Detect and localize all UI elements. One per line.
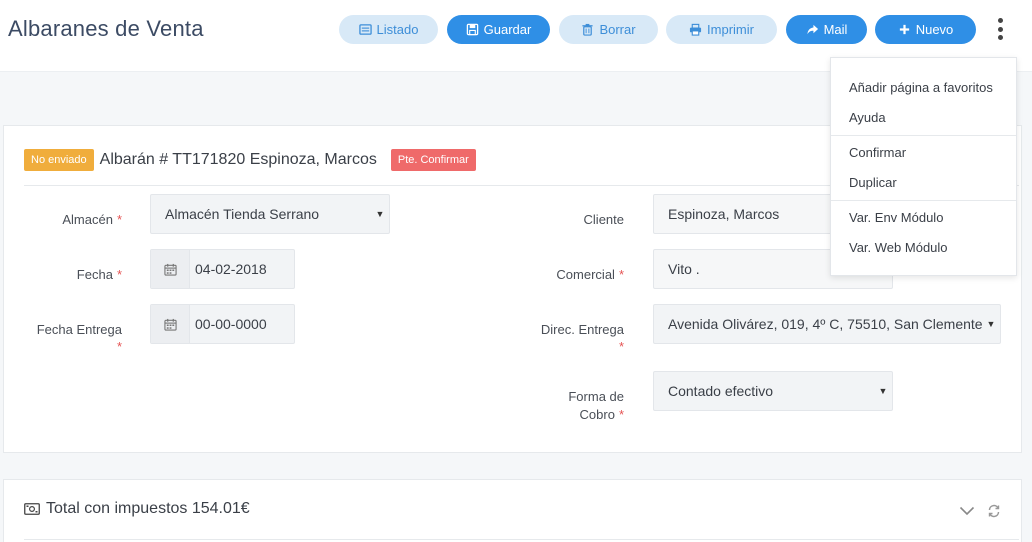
share-icon <box>806 24 818 35</box>
nuevo-label: Nuevo <box>915 22 954 37</box>
direc-entrega-label: Direc. Entrega <box>540 322 624 337</box>
plus-icon <box>899 24 909 35</box>
menu-item-var-env-modulo[interactable]: Var. Env Módulo <box>849 210 943 225</box>
comercial-label: Comercial * <box>556 267 624 282</box>
trash-icon <box>582 23 594 36</box>
guardar-label: Guardar <box>483 22 532 37</box>
fecha-label: Fecha * <box>76 267 122 282</box>
caret-down-icon: ▼ <box>878 386 888 396</box>
caret-down-icon: ▼ <box>375 209 385 219</box>
page-title: Albaranes de Venta <box>8 16 204 41</box>
imprimir-label: Imprimir <box>707 22 754 37</box>
fecha-entrega-required: * <box>116 339 122 354</box>
money-icon <box>24 503 40 515</box>
fecha-field[interactable]: 04-02-2018 <box>150 249 295 289</box>
save-icon <box>466 23 478 36</box>
list-icon <box>358 24 372 35</box>
totals-label: Total con impuestos 154.01€ <box>46 500 250 517</box>
listado-button[interactable]: Listado <box>339 15 438 44</box>
borrar-button[interactable]: Borrar <box>559 15 658 44</box>
fecha-entrega-label: Fecha Entrega <box>36 322 122 337</box>
divider <box>24 539 1019 540</box>
menu-item-duplicar[interactable]: Duplicar <box>849 175 897 190</box>
borrar-label: Borrar <box>599 22 636 37</box>
document-header: No enviado Albarán # TT171820 Espinoza, … <box>24 148 476 172</box>
fecha-entrega-field[interactable]: 00-00-0000 <box>150 304 295 344</box>
cliente-label: Cliente <box>583 212 624 227</box>
guardar-button[interactable]: Guardar <box>447 15 550 44</box>
direc-entrega-required: * <box>618 339 624 354</box>
totals-card: Total con impuestos 154.01€ <box>3 479 1022 542</box>
menu-divider <box>831 200 1016 201</box>
menu-item-favoritos[interactable]: Añadir página a favoritos <box>849 80 993 95</box>
forma-cobro-label: Forma de <box>568 389 624 404</box>
print-icon <box>689 23 702 36</box>
menu-item-var-web-modulo[interactable]: Var. Web Módulo <box>849 240 948 255</box>
almacen-select[interactable]: Almacén Tienda Serrano ▼ <box>150 194 390 234</box>
calendar-icon[interactable] <box>151 305 190 343</box>
refresh-icon[interactable] <box>987 504 1001 518</box>
chevron-down-icon[interactable] <box>959 506 975 516</box>
document-title: Albarán # TT171820 Espinoza, Marcos <box>99 151 377 168</box>
state-badge: Pte. Confirmar <box>390 149 476 171</box>
mail-label: Mail <box>823 22 848 37</box>
calendar-icon[interactable] <box>151 250 190 288</box>
card-tools <box>959 504 1001 518</box>
forma-cobro-select[interactable]: Contado efectivo ▼ <box>653 371 893 411</box>
status-badge: No enviado <box>24 149 94 171</box>
totals-header[interactable]: Total con impuestos 154.01€ <box>24 500 250 518</box>
caret-down-icon: ▼ <box>986 319 996 329</box>
mail-button[interactable]: Mail <box>786 15 867 44</box>
direc-entrega-select[interactable]: Avenida Olivárez, 019, 4º C, 75510, San … <box>653 304 1001 344</box>
nuevo-button[interactable]: Nuevo <box>875 15 976 44</box>
menu-item-ayuda[interactable]: Ayuda <box>849 110 886 125</box>
imprimir-button[interactable]: Imprimir <box>666 15 777 44</box>
kebab-icon[interactable] <box>990 16 1010 42</box>
menu-divider <box>831 135 1016 136</box>
forma-cobro-label-2: Cobro * <box>579 407 624 422</box>
menu-item-confirmar[interactable]: Confirmar <box>849 145 906 160</box>
almacen-label: Almacén * <box>62 212 122 227</box>
listado-label: Listado <box>376 22 419 37</box>
options-menu: Añadir página a favoritos Ayuda Confirma… <box>830 57 1017 276</box>
